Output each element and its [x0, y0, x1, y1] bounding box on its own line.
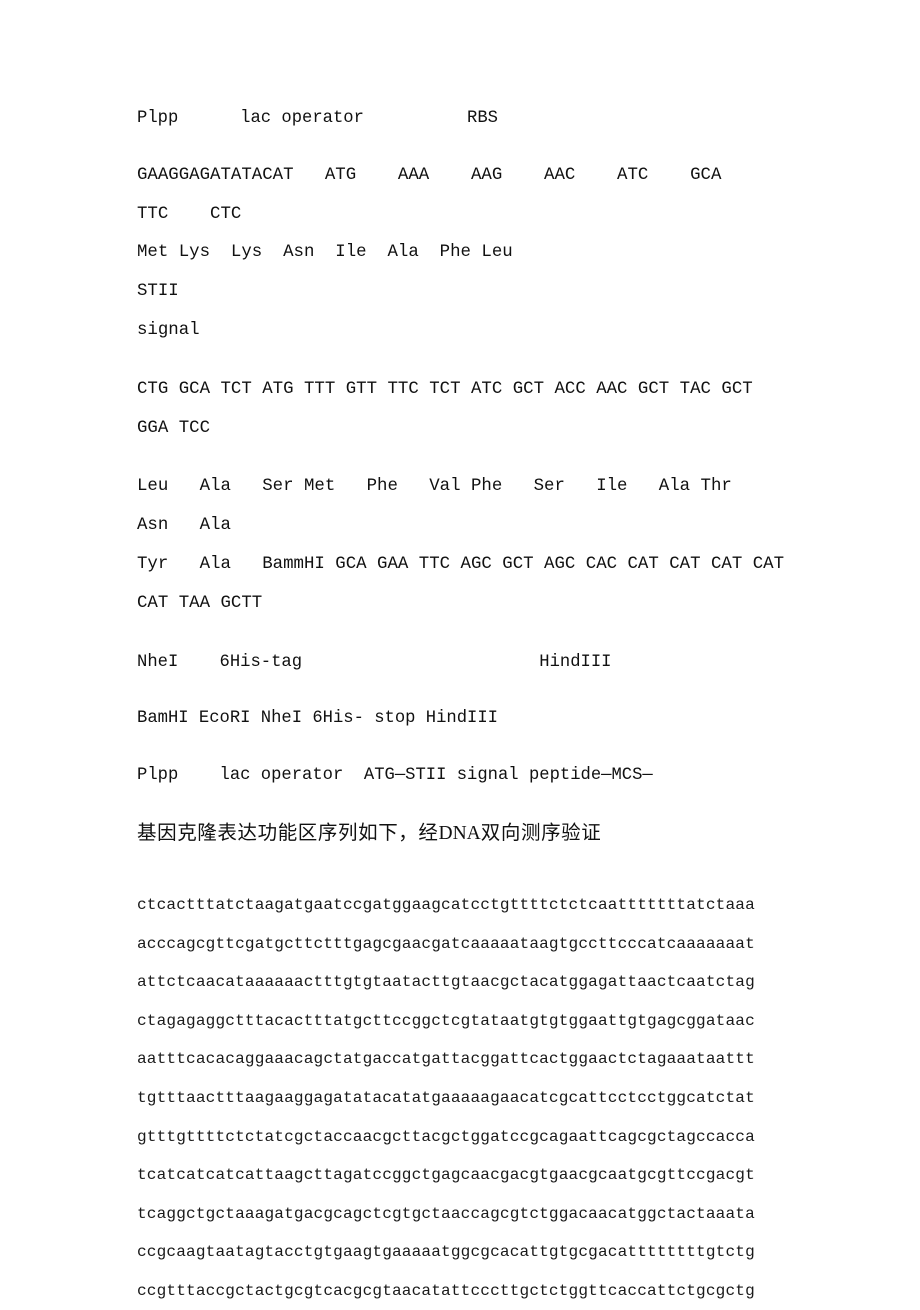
- dna-sequence-line: ccgcaagtaatagtacctgtgaagtgaaaaatggcgcaca…: [137, 1243, 755, 1262]
- dna-sequence-line: tcaggctgctaaagatgacgcagctcgtgctaaccagcgt…: [137, 1204, 755, 1223]
- dna-sequence-line: acccagcgttcgatgcttctttgagcgaacgatcaaaaat…: [137, 934, 755, 953]
- dna-codon-line-2: CTG GCA TCT ATG TTT GTT TTC TCT ATC GCT …: [137, 379, 764, 438]
- dna-sequence-block: ctcactttatctaagatgaatccgatggaagcatcctgtt…: [137, 886, 785, 1310]
- protein-line-4: CAT TAA GCTT: [137, 593, 263, 613]
- protein-line-2: Leu Ala Ser Met Phe Val Phe Ser Ile Ala …: [137, 477, 764, 536]
- annotation-row-nhei-his-hindiii: NheI 6His-tag HindIII: [137, 652, 612, 672]
- heading-sequence-spacer: [137, 870, 785, 876]
- heading-prefix-text: 基因克隆表达功能区序列如下，经: [137, 822, 439, 844]
- protein-line-1: Met Lys Lys Asn Ile Ala Phe Leu STII: [137, 243, 826, 302]
- annotation-row-construct-map: Plpp lac operator ATG—STII signal peptid…: [137, 766, 653, 786]
- dna-sequence-line: tcatcatcatcattaagcttagatccggctgagcaacgac…: [137, 1166, 755, 1185]
- dna-sequence-line: tgtttaactttaagaaggagatatacatatgaaaaagaac…: [137, 1088, 755, 1107]
- protein-line-3: Tyr Ala BammHI GCA GAA TTC AGC GCT AGC C…: [137, 554, 785, 574]
- sequence-block-rbs-start: GAAGGAGATATACAT ATG AAA AAG AAC ATC GCA …: [137, 157, 785, 351]
- sequence-block-protein-translation: Leu Ala Ser Met Phe Val Phe Ser Ile Ala …: [137, 468, 785, 623]
- document-body: Plpp lac operator RBS GAAGGAGATATACAT AT…: [137, 100, 785, 1310]
- heading-latin-dna: DNA: [438, 822, 481, 844]
- stii-signal-note: signal: [137, 320, 200, 340]
- dna-codon-line-1: GAAGGAGATATACAT ATG AAA AAG AAC ATC GCA …: [137, 165, 764, 224]
- annotation-row-promoter-operator-rbs: Plpp lac operator RBS: [137, 109, 498, 128]
- dna-sequence-line: ctagagaggctttacactttatgcttccggctcgtataat…: [137, 1011, 755, 1030]
- dna-sequence-line: aatttcacacaggaaacagctatgaccatgattacggatt…: [137, 1050, 755, 1069]
- dna-sequence-line: ccgtttaccgctactgcgtcacgcgtaacatattcccttg…: [137, 1281, 755, 1300]
- heading-suffix-text: 双向测序验证: [480, 822, 602, 844]
- dna-sequence-line: gtttgttttctctatcgctaccaacgcttacgctggatcc…: [137, 1127, 755, 1146]
- document-page: Plpp lac operator RBS GAAGGAGATATACAT AT…: [0, 0, 920, 1302]
- sequence-block-stii-signal: CTG GCA TCT ATG TTT GTT TTC TCT ATC GCT …: [137, 371, 785, 449]
- dna-sequence-line: attctcaacataaaaaactttgtgtaatacttgtaacgct…: [137, 973, 755, 992]
- chinese-section-heading: 基因克隆表达功能区序列如下，经DNA双向测序验证: [137, 814, 785, 854]
- dna-sequence-line: ctcactttatctaagatgaatccgatggaagcatcctgtt…: [137, 895, 755, 914]
- annotation-row-restriction-sites: BamHI EcoRI NheI 6His- stop HindIII: [137, 709, 498, 729]
